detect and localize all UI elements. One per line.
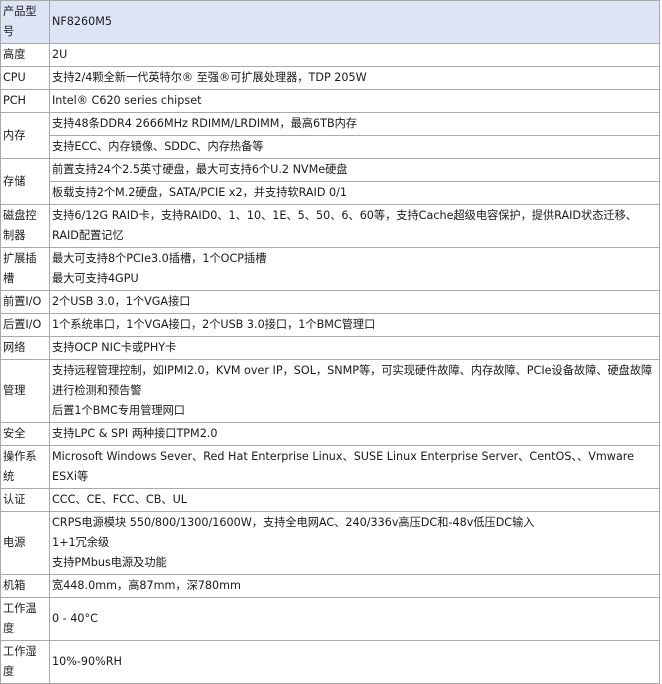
- spec-value: 支持6/12G RAID卡，支持RAID0、1、10、1E、5、50、6、60等…: [49, 204, 660, 248]
- spec-row: 扩展插槽 最大可支持8个PCIe3.0插槽，1个OCP插槽 最大可支持4GPU: [0, 247, 660, 291]
- spec-label: 网络: [0, 336, 50, 360]
- spec-label: PCH: [0, 89, 50, 113]
- spec-value-line: 支持2/4颗全新一代英特尔® 至强®可扩展处理器，TDP 205W: [52, 71, 367, 84]
- spec-row: 后置I/O 1个系统串口，1个VGA接口，2个USB 3.0接口，1个BMC管理口: [0, 313, 660, 337]
- spec-row: 管理 支持远程管理控制，如IPMI2.0，KVM over IP，SOL，SNMP…: [0, 359, 660, 423]
- spec-value: 支持2/4颗全新一代英特尔® 至强®可扩展处理器，TDP 205W: [49, 66, 660, 90]
- spec-label: 管理: [0, 359, 50, 423]
- spec-label: 高度: [0, 43, 50, 67]
- spec-value-line: 支持48条DDR4 2666MHz RDIMM/LRDIMM，最高6TB内存: [52, 117, 357, 130]
- spec-row: PCH Intel® C620 series chipset: [0, 89, 660, 113]
- spec-value-line: 前置支持24个2.5英寸硬盘，最大可支持6个U.2 NVMe硬盘: [52, 163, 348, 176]
- spec-value-line: 0 - 40°C: [52, 612, 98, 625]
- spec-value-line: 支持OCP NIC卡或PHY卡: [52, 341, 177, 354]
- spec-value: 10%-90%RH: [49, 640, 660, 684]
- spec-value-line: 10%-90%RH: [52, 655, 122, 668]
- header-row: 产品型号 NF8260M5: [0, 0, 660, 44]
- spec-row: 前置I/O 2个USB 3.0，1个VGA接口: [0, 290, 660, 314]
- spec-label: 磁盘控制器: [0, 204, 50, 248]
- spec-value-line: CRPS电源模块 550/800/1300/1600W，支持全电网AC、240/…: [52, 516, 535, 529]
- spec-value: Intel® C620 series chipset: [49, 89, 660, 113]
- spec-value: 宽448.0mm，高87mm，深780mm: [49, 574, 660, 598]
- spec-value-line: CCC、CE、FCC、CB、UL: [52, 493, 188, 506]
- spec-value: 支持48条DDR4 2666MHz RDIMM/LRDIMM，最高6TB内存: [49, 112, 660, 136]
- spec-label: 安全: [0, 422, 50, 446]
- header-label: 产品型号: [0, 0, 50, 44]
- spec-row: 电源 CRPS电源模块 550/800/1300/1600W，支持全电网AC、24…: [0, 511, 660, 575]
- header-value: NF8260M5: [49, 0, 660, 44]
- spec-value: CRPS电源模块 550/800/1300/1600W，支持全电网AC、240/…: [49, 511, 660, 575]
- spec-value-line: 支持LPC & SPI 两种接口TPM2.0: [52, 427, 218, 440]
- spec-row: 操作系统 Microsoft Windows Sever、Red Hat Ente…: [0, 445, 660, 489]
- spec-label: 存储: [0, 158, 50, 205]
- spec-row: 网络 支持OCP NIC卡或PHY卡: [0, 336, 660, 360]
- spec-label: 扩展插槽: [0, 247, 50, 291]
- spec-row: 工作温度 0 - 40°C: [0, 597, 660, 641]
- spec-value-line: 1+1冗余级: [52, 536, 110, 549]
- spec-row: 内存 支持48条DDR4 2666MHz RDIMM/LRDIMM，最高6TB内存: [0, 112, 660, 159]
- spec-value: 板载支持2个M.2硬盘，SATA/PCIE x2，并支持软RAID 0/1: [49, 181, 660, 205]
- spec-value: 最大可支持8个PCIe3.0插槽，1个OCP插槽 最大可支持4GPU: [49, 247, 660, 291]
- spec-value-line: Microsoft Windows Sever、Red Hat Enterpri…: [52, 450, 635, 483]
- spec-row: 安全 支持LPC & SPI 两种接口TPM2.0: [0, 422, 660, 446]
- spec-row: 工作湿度 10%-90%RH: [0, 640, 660, 684]
- spec-value: CCC、CE、FCC、CB、UL: [49, 488, 660, 512]
- spec-value-line: 最大可支持4GPU: [52, 272, 139, 285]
- spec-value: 支持远程管理控制，如IPMI2.0，KVM over IP，SOL，SNMP等，…: [49, 359, 660, 423]
- spec-label: 后置I/O: [0, 313, 50, 337]
- spec-value: 支持ECC、内存镜像、SDDC、内存热备等: [49, 135, 660, 159]
- spec-value-line: 支持6/12G RAID卡，支持RAID0、1、10、1E、5、50、6、60等…: [52, 209, 637, 242]
- spec-label: 机箱: [0, 574, 50, 598]
- spec-label: 操作系统: [0, 445, 50, 489]
- spec-row: 存储 前置支持24个2.5英寸硬盘，最大可支持6个U.2 NVMe硬盘: [0, 158, 660, 205]
- spec-row: 机箱 宽448.0mm，高87mm，深780mm: [0, 574, 660, 598]
- spec-value-line: 最大可支持8个PCIe3.0插槽，1个OCP插槽: [52, 252, 267, 265]
- spec-row: 支持ECC、内存镜像、SDDC、内存热备等: [1, 135, 660, 159]
- spec-label: 工作温度: [0, 597, 50, 641]
- spec-label: 工作湿度: [0, 640, 50, 684]
- spec-value: 1个系统串口，1个VGA接口，2个USB 3.0接口，1个BMC管理口: [49, 313, 660, 337]
- spec-row: 磁盘控制器 支持6/12G RAID卡，支持RAID0、1、10、1E、5、50、…: [0, 204, 660, 248]
- spec-value-line: 2个USB 3.0，1个VGA接口: [52, 295, 191, 308]
- spec-value: 2U: [49, 43, 660, 67]
- spec-label: CPU: [0, 66, 50, 90]
- spec-table: 产品型号 NF8260M5 高度 2U CPU 支持2/4颗全新一代英特尔® 至强®可…: [0, 0, 660, 684]
- spec-value: 2个USB 3.0，1个VGA接口: [49, 290, 660, 314]
- spec-value-line: Intel® C620 series chipset: [52, 94, 202, 107]
- spec-value: Microsoft Windows Sever、Red Hat Enterpri…: [49, 445, 660, 489]
- spec-value-line: 板载支持2个M.2硬盘，SATA/PCIE x2，并支持软RAID 0/1: [52, 186, 348, 199]
- spec-value-line: 1个系统串口，1个VGA接口，2个USB 3.0接口，1个BMC管理口: [52, 318, 376, 331]
- spec-label: 认证: [0, 488, 50, 512]
- spec-value: 支持OCP NIC卡或PHY卡: [49, 336, 660, 360]
- spec-label: 电源: [0, 511, 50, 575]
- spec-label: 内存: [0, 112, 50, 159]
- spec-value-line: 后置1个BMC专用管理网口: [52, 404, 185, 417]
- spec-row: 认证 CCC、CE、FCC、CB、UL: [0, 488, 660, 512]
- spec-value-line: 支持PMbus电源及功能: [52, 556, 167, 569]
- spec-row: 高度 2U: [0, 43, 660, 67]
- spec-row: CPU 支持2/4颗全新一代英特尔® 至强®可扩展处理器，TDP 205W: [0, 66, 660, 90]
- spec-value-line: 2U: [52, 48, 68, 61]
- spec-value-line: 支持ECC、内存镜像、SDDC、内存热备等: [52, 140, 264, 153]
- spec-value: 前置支持24个2.5英寸硬盘，最大可支持6个U.2 NVMe硬盘: [49, 158, 660, 182]
- spec-value: 支持LPC & SPI 两种接口TPM2.0: [49, 422, 660, 446]
- spec-value-line: 支持远程管理控制，如IPMI2.0，KVM over IP，SOL，SNMP等，…: [52, 364, 653, 397]
- spec-value: 0 - 40°C: [49, 597, 660, 641]
- spec-label: 前置I/O: [0, 290, 50, 314]
- spec-value-line: 宽448.0mm，高87mm，深780mm: [52, 579, 241, 592]
- spec-row: 板载支持2个M.2硬盘，SATA/PCIE x2，并支持软RAID 0/1: [1, 181, 660, 205]
